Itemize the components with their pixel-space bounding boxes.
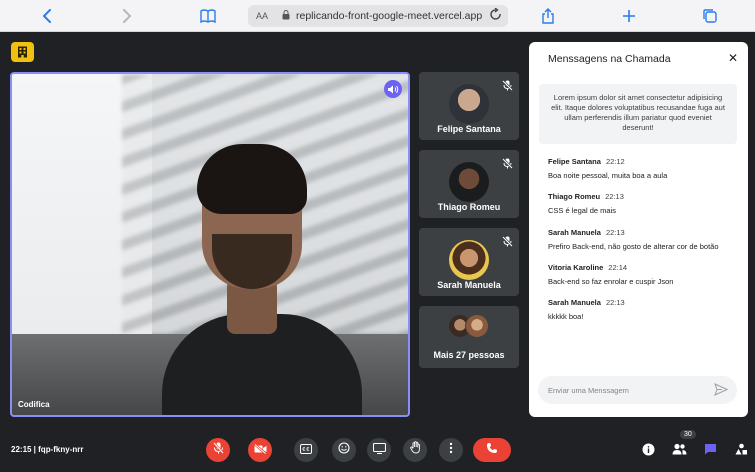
- participant-name: Thiago Romeu: [437, 202, 501, 212]
- chat-message: Sarah Manuela 22:13 Prefiro Back-end, não…: [548, 228, 743, 251]
- close-icon[interactable]: ✕: [728, 51, 738, 65]
- captions-button[interactable]: [294, 438, 318, 462]
- meeting-details-icon[interactable]: [640, 441, 656, 457]
- message-text: Boa noite pessoal, muita boa a aula: [548, 171, 668, 180]
- message-text: kkkkk boa!: [548, 312, 584, 321]
- emoji-icon: [338, 441, 350, 459]
- featured-video[interactable]: Codifica: [10, 72, 410, 417]
- chat-title: Menssagens na Chamada: [548, 53, 671, 65]
- mic-off-icon: [212, 441, 224, 459]
- forward-icon[interactable]: [117, 6, 137, 26]
- chat-message: Thiago Romeu 22:13 CSS é legal de mais: [548, 192, 743, 215]
- message-author: Vitoria Karoline: [548, 263, 604, 272]
- message-author: Felipe Santana: [548, 157, 601, 166]
- more-options-button[interactable]: [439, 438, 463, 462]
- activities-icon[interactable]: [733, 441, 749, 457]
- more-vertical-icon: [449, 441, 453, 459]
- raise-hand-button[interactable]: [403, 438, 427, 462]
- present-screen-button[interactable]: [367, 438, 391, 462]
- url-text: replicando-front-google-meet.vercel.app: [296, 10, 483, 22]
- more-participants-tile[interactable]: Mais 27 pessoas: [419, 306, 519, 368]
- chat-message-input[interactable]: Enviar uma Menssagem: [538, 376, 737, 404]
- reload-icon[interactable]: [490, 7, 502, 25]
- message-author: Sarah Manuela: [548, 228, 601, 237]
- mic-off-icon: [502, 156, 513, 174]
- avatar: [449, 240, 489, 280]
- mic-off-icon: [502, 78, 513, 96]
- featured-participant-name: Codifica: [18, 400, 50, 409]
- message-text: CSS é legal de mais: [548, 206, 616, 215]
- message-time: 22:13: [605, 298, 625, 307]
- phone-hangup-icon: [486, 441, 498, 459]
- captions-icon: [300, 441, 312, 459]
- present-icon: [372, 441, 386, 459]
- lock-icon: [282, 10, 290, 23]
- app-logo[interactable]: [11, 42, 34, 62]
- message-time: 22:13: [605, 192, 624, 201]
- tabs-overview-icon[interactable]: [700, 6, 720, 26]
- people-icon[interactable]: [671, 441, 687, 457]
- chat-message: Vitoria Karoline 22:14 Back-end so faz en…: [548, 263, 743, 286]
- mic-off-icon: [502, 234, 513, 252]
- message-time: 22:13: [605, 228, 625, 237]
- chat-message: Felipe Santana 22:12 Boa noite pessoal, m…: [548, 157, 743, 180]
- back-icon[interactable]: [37, 6, 57, 26]
- speaker-volume-icon: [384, 80, 402, 98]
- end-call-button[interactable]: [473, 438, 511, 462]
- avatar: [465, 314, 489, 338]
- reactions-button[interactable]: [332, 438, 356, 462]
- mic-toggle-button[interactable]: [206, 438, 230, 462]
- chat-notice: Lorem ipsum dolor sit amet consectetur a…: [539, 84, 737, 144]
- chat-message: Sarah Manuela 22:13 kkkkk boa!: [548, 298, 743, 321]
- message-author: Thiago Romeu: [548, 192, 601, 201]
- hand-icon: [409, 441, 421, 459]
- speaker-hair: [197, 144, 307, 214]
- people-count-badge: 30: [680, 430, 696, 439]
- chat-input-placeholder: Enviar uma Menssagem: [548, 386, 629, 395]
- participant-name: Sarah Manuela: [437, 280, 501, 290]
- participant-name: Felipe Santana: [437, 124, 501, 134]
- share-icon[interactable]: [538, 6, 558, 26]
- camera-off-icon: [253, 441, 267, 459]
- avatar: [449, 84, 489, 124]
- address-bar[interactable]: AA replicando-front-google-meet.vercel.a…: [248, 5, 508, 27]
- meeting-info: 22:15 | fqp-fkny-nrr: [11, 445, 84, 454]
- chat-icon[interactable]: [702, 441, 718, 457]
- bookmarks-icon[interactable]: [198, 6, 218, 26]
- message-time: 22:14: [608, 263, 628, 272]
- participant-tile[interactable]: Thiago Romeu: [419, 150, 519, 218]
- message-author: Sarah Manuela: [548, 298, 601, 307]
- camera-toggle-button[interactable]: [248, 438, 272, 462]
- message-time: 22:12: [605, 157, 625, 166]
- browser-toolbar: AA replicando-front-google-meet.vercel.a…: [0, 0, 755, 32]
- chat-panel: Menssagens na Chamada ✕ Lorem ipsum dolo…: [529, 42, 748, 417]
- message-text: Back-end so faz enrolar e cuspir Json: [548, 277, 674, 286]
- participant-tile[interactable]: Felipe Santana: [419, 72, 519, 140]
- more-participants-label: Mais 27 pessoas: [433, 350, 505, 360]
- participant-tile[interactable]: Sarah Manuela: [419, 228, 519, 296]
- send-icon[interactable]: [714, 383, 729, 398]
- reader-aa[interactable]: AA: [256, 11, 268, 21]
- avatar: [449, 162, 489, 202]
- message-text: Prefiro Back-end, não gosto de alterar c…: [548, 242, 719, 251]
- new-tab-icon[interactable]: [619, 6, 639, 26]
